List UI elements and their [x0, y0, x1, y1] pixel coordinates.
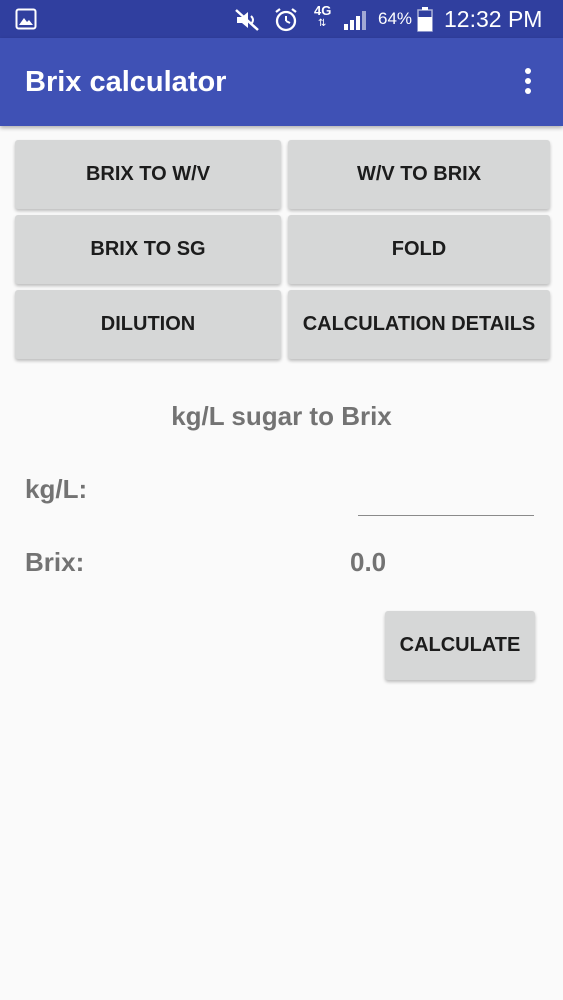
app-title: Brix calculator — [25, 66, 227, 98]
mute-icon — [235, 9, 259, 31]
network-arrows-icon: ⇅ — [318, 18, 327, 29]
fold-button[interactable]: FOLD — [288, 215, 550, 284]
brix-result-value: 0.0 — [350, 547, 387, 577]
calculation-details-button[interactable]: CALCULATION DETAILS — [288, 290, 550, 359]
status-bar: 4G ⇅ 64% 12:32 PM — [0, 0, 563, 38]
app-bar: Brix calculator — [0, 38, 563, 126]
section-title: kg/L sugar to Brix — [171, 401, 392, 431]
brix-to-wv-button[interactable]: BRIX TO W/V — [15, 140, 281, 209]
wv-to-brix-button[interactable]: W/V TO BRIX — [288, 140, 550, 209]
kgl-input[interactable] — [358, 480, 534, 516]
battery-percent: 64% — [378, 9, 413, 28]
gallery-icon — [15, 8, 37, 30]
brix-to-sg-button[interactable]: BRIX TO SG — [15, 215, 281, 284]
overflow-menu-icon[interactable] — [520, 66, 536, 96]
clock: 12:32 PM — [444, 6, 543, 32]
calculate-button[interactable]: CALCULATE — [385, 611, 535, 680]
alarm-icon — [275, 8, 297, 32]
network-type: 4G — [314, 3, 332, 18]
dilution-button[interactable]: DILUTION — [15, 290, 281, 359]
brix-label: Brix: — [25, 547, 85, 577]
battery-icon — [417, 7, 433, 32]
signal-icon — [344, 11, 366, 30]
kgl-label: kg/L: — [25, 474, 88, 504]
